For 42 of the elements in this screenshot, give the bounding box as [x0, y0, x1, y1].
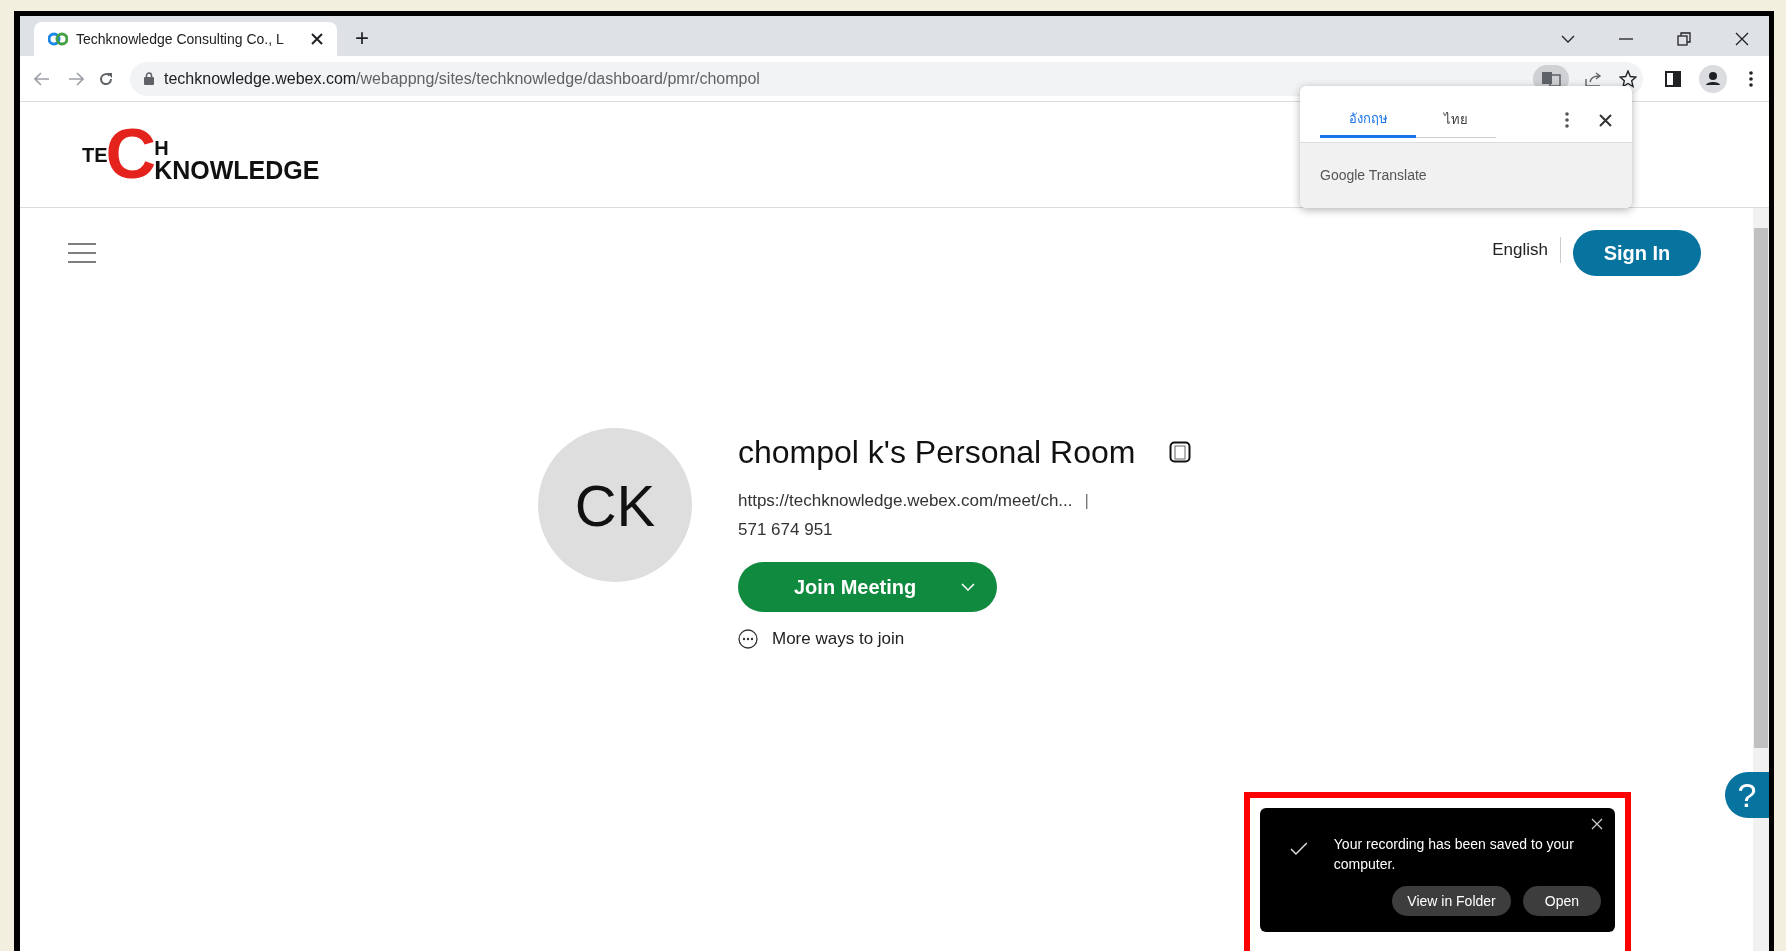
help-button[interactable]: ? [1725, 772, 1769, 818]
avatar: CK [538, 428, 692, 582]
address-field[interactable]: techknowledge.webex.com/webappng/sites/techknowledge/dashboard/pmr/chompol [130, 61, 1643, 96]
scrollbar[interactable] [1753, 208, 1769, 951]
lock-icon [144, 72, 154, 85]
sign-in-button[interactable]: Sign In [1573, 230, 1701, 276]
browser-tab[interactable]: Techknowledge Consulting Co., L [34, 22, 337, 56]
notification-message: Your recording has been saved to your computer. [1333, 835, 1575, 874]
toast-button[interactable]: Open [1522, 886, 1601, 916]
language-link[interactable]: English [1492, 237, 1561, 263]
star-icon[interactable] [1619, 69, 1637, 88]
more-menu-icon[interactable] [1565, 112, 1569, 128]
meeting-number: 571 674 951 [738, 518, 834, 541]
back-arrow-icon[interactable] [34, 71, 50, 86]
language-tab[interactable]: ไทย [1416, 102, 1496, 138]
more-menu-icon[interactable] [1749, 70, 1753, 87]
copy-icon[interactable] [1169, 441, 1192, 463]
more-ways-link[interactable]: More ways to join [738, 626, 1192, 652]
share-icon[interactable] [1585, 70, 1603, 87]
restore-icon[interactable] [1677, 32, 1691, 46]
separator: | [1084, 490, 1089, 512]
close-icon[interactable] [311, 33, 323, 45]
reload-icon[interactable] [98, 70, 114, 87]
toast-button[interactable]: View in Folder [1392, 886, 1511, 916]
chevron-down-icon [961, 583, 975, 591]
side-panel-icon[interactable] [1665, 70, 1681, 87]
url-text: techknowledge.webex.com/webappng/sites/techknowledge/dashboard/pmr/chompol [164, 68, 760, 89]
forward-arrow-icon[interactable] [68, 71, 84, 86]
menu-icon[interactable] [68, 243, 96, 263]
room-link[interactable]: https://techknowledge.webex.com/meet/ch... [738, 488, 1073, 514]
logo-icon [48, 32, 68, 46]
google-translate-label: Google Translate [1320, 166, 1427, 185]
join-meeting-button[interactable]: Join Meeting [738, 562, 997, 612]
chevron-down-icon[interactable] [1561, 35, 1575, 43]
checkmark-icon [1290, 842, 1308, 856]
close-icon[interactable] [1599, 113, 1612, 127]
more-options-icon [738, 628, 758, 649]
profile-icon[interactable] [1699, 64, 1727, 93]
language-tab[interactable]: อังกฤษ [1320, 102, 1416, 138]
room-title: chompol k's Personal Room [738, 433, 1136, 472]
new-tab-button[interactable]: + [355, 26, 369, 50]
close-icon[interactable] [1735, 32, 1749, 46]
